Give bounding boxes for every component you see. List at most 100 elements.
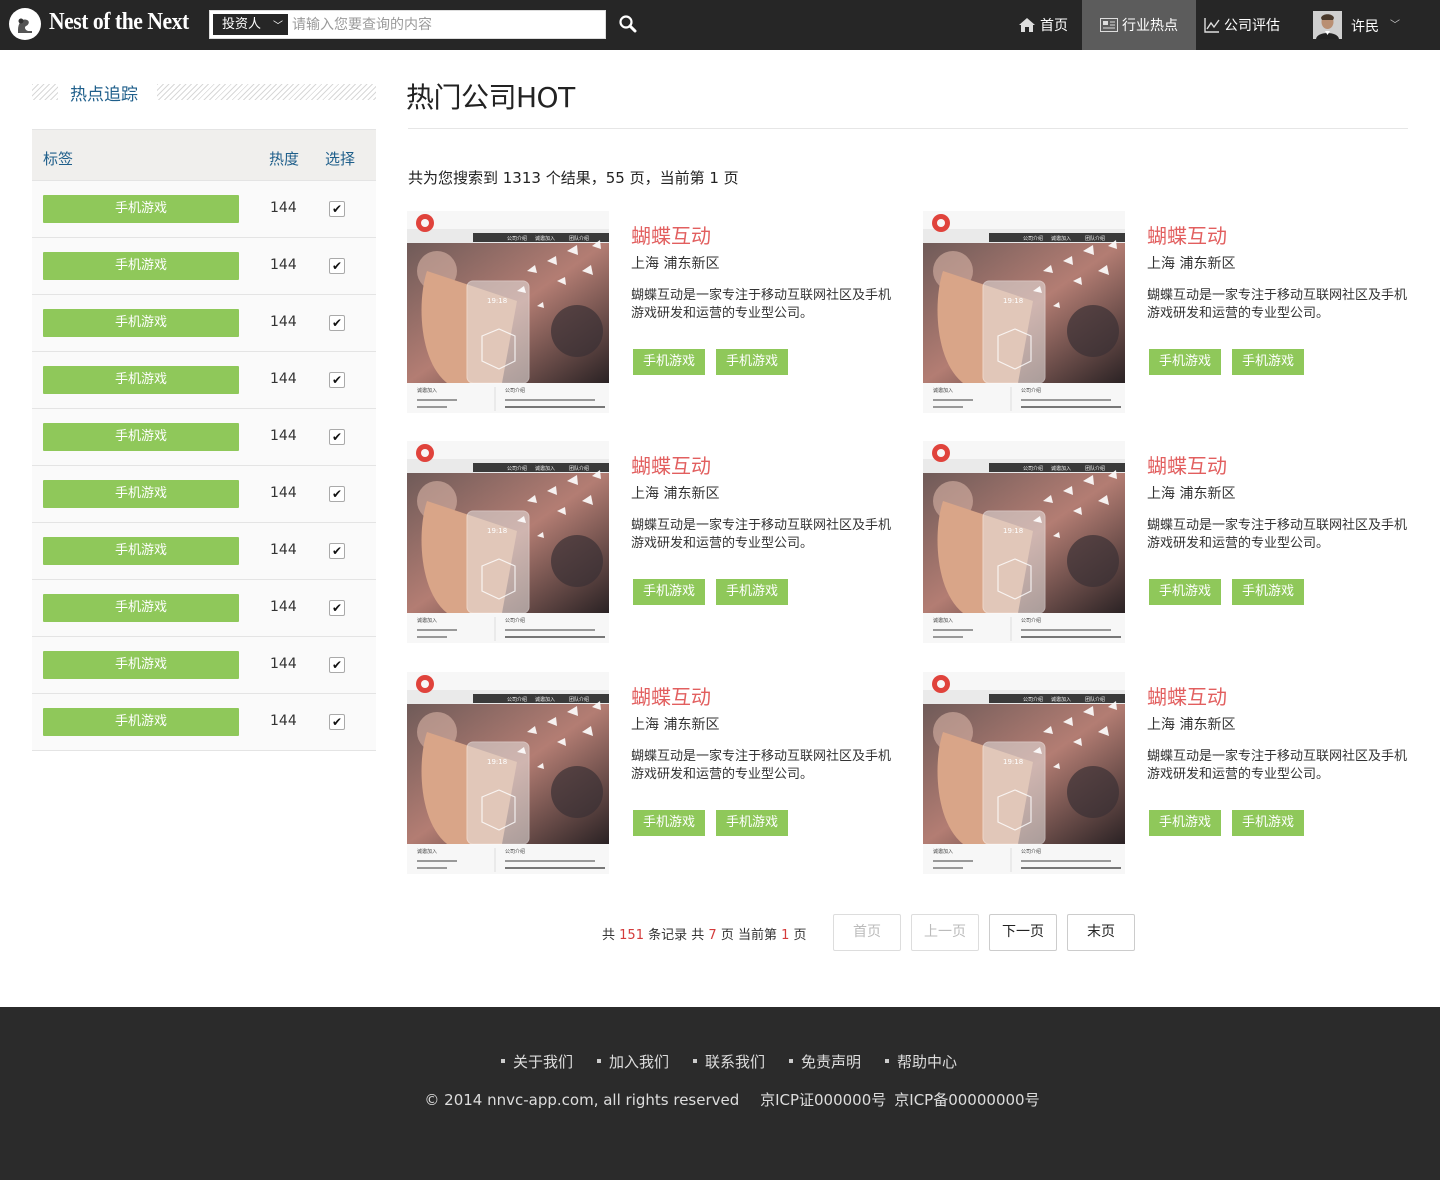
svg-text:公司介绍: 公司介绍 [1023, 465, 1043, 472]
column-header-heat: 热度 [269, 150, 300, 168]
next-page-button[interactable]: 下一页 [989, 914, 1057, 951]
tag-button[interactable]: 手机游戏 [43, 651, 239, 679]
footer-link-help[interactable]: 帮助中心 [885, 1051, 957, 1072]
svg-text:诚邀加入: 诚邀加入 [933, 848, 953, 855]
nav-home[interactable]: 首页 [1018, 0, 1068, 50]
company-name[interactable]: 蝴蝶互动 [631, 220, 711, 249]
company-name[interactable]: 蝴蝶互动 [631, 681, 711, 710]
company-tag[interactable]: 手机游戏 [633, 579, 706, 605]
last-page-button[interactable]: 末页 [1067, 914, 1135, 951]
svg-text:公司介绍: 公司介绍 [1023, 696, 1043, 703]
user-name[interactable]: 许民 [1351, 16, 1379, 36]
pagination-info: 共 151 条记录 共 7 页 当前第 1 页 [602, 924, 807, 943]
company-description: 蝴蝶互动是一家专注于移动互联网社区及手机游戏研发和运营的专业型公司。 [631, 749, 892, 782]
table-row: 手机游戏 144 ✔ [32, 522, 376, 579]
tag-select-checkbox[interactable]: ✔ [329, 315, 345, 331]
company-name[interactable]: 蝴蝶互动 [1147, 450, 1227, 479]
company-tag[interactable]: 手机游戏 [1149, 810, 1222, 836]
tag-select-checkbox[interactable]: ✔ [329, 714, 345, 730]
company-card[interactable]: 公司介绍 诚邀加入 团队介绍 19:18 诚邀加入 公司介绍 蝴蝶互动 上海 浦东… [923, 441, 1423, 643]
divider [157, 84, 376, 100]
tag-button[interactable]: 手机游戏 [43, 708, 239, 736]
logo-text[interactable]: Nest of the Next [49, 9, 189, 36]
svg-text:19:18: 19:18 [487, 758, 507, 766]
company-thumbnail[interactable]: 公司介绍 诚邀加入 团队介绍 19:18 诚邀加入 公司介绍 [407, 441, 609, 643]
company-thumbnail[interactable]: 公司介绍 诚邀加入 团队介绍 19:18 诚邀加入 公司介绍 [923, 441, 1125, 643]
svg-text:公司介绍: 公司介绍 [507, 465, 527, 472]
tag-select-checkbox[interactable]: ✔ [329, 429, 345, 445]
svg-text:团队介绍: 团队介绍 [1085, 696, 1105, 703]
company-thumbnail[interactable]: 公司介绍 诚邀加入 团队介绍 19:18 诚邀加入 公司介绍 [923, 211, 1125, 413]
first-page-button[interactable]: 首页 [833, 914, 901, 951]
svg-text:诚邀加入: 诚邀加入 [1051, 696, 1071, 703]
nav-industry-hot[interactable]: 行业热点 [1082, 0, 1196, 50]
record-count: 151 [619, 928, 644, 943]
newspaper-icon [1100, 18, 1118, 32]
search-input[interactable] [292, 14, 598, 35]
tag-select-checkbox[interactable]: ✔ [329, 600, 345, 616]
company-tag[interactable]: 手机游戏 [633, 810, 706, 836]
company-tag[interactable]: 手机游戏 [716, 579, 789, 605]
tag-select-checkbox[interactable]: ✔ [329, 486, 345, 502]
company-card[interactable]: 公司介绍 诚邀加入 团队介绍 19:18 诚邀加入 公司介绍 蝴蝶互动 上海 浦东… [407, 672, 907, 874]
company-tag[interactable]: 手机游戏 [633, 349, 706, 375]
tag-button[interactable]: 手机游戏 [43, 537, 239, 565]
table-row: 手机游戏 144 ✔ [32, 237, 376, 294]
svg-text:19:18: 19:18 [487, 297, 507, 305]
company-name[interactable]: 蝴蝶互动 [631, 450, 711, 479]
company-card[interactable]: 公司介绍 诚邀加入 团队介绍 19:18 诚邀加入 公司介绍 蝴蝶互动 上海 浦东… [407, 441, 907, 643]
nav-home-label: 首页 [1040, 18, 1068, 34]
tag-button[interactable]: 手机游戏 [43, 423, 239, 451]
prev-page-button[interactable]: 上一页 [911, 914, 979, 951]
nav-company-eval[interactable]: 公司评估 [1204, 0, 1280, 50]
company-thumbnail[interactable]: 公司介绍 诚邀加入 团队介绍 19:18 诚邀加入 公司介绍 [923, 672, 1125, 874]
company-tag[interactable]: 手机游戏 [716, 810, 789, 836]
logo-icon[interactable] [9, 8, 41, 40]
company-tag[interactable]: 手机游戏 [1149, 579, 1222, 605]
svg-text:诚邀加入: 诚邀加入 [535, 235, 555, 242]
chevron-down-icon[interactable]: ﹀ [1390, 16, 1400, 31]
svg-text:公司介绍: 公司介绍 [1023, 235, 1043, 242]
svg-text:诚邀加入: 诚邀加入 [417, 617, 437, 624]
tag-button[interactable]: 手机游戏 [43, 594, 239, 622]
table-row: 手机游戏 144 ✔ [32, 351, 376, 408]
avatar[interactable] [1313, 11, 1342, 39]
tag-select-checkbox[interactable]: ✔ [329, 543, 345, 559]
company-card[interactable]: 公司介绍 诚邀加入 团队介绍 19:18 诚邀加入 公司介绍 蝴蝶互动 上海 浦东… [407, 211, 907, 413]
pagination-text: 共 [602, 928, 616, 943]
footer-link-contact[interactable]: 联系我们 [692, 1051, 765, 1072]
footer-link-join[interactable]: 加入我们 [596, 1051, 669, 1072]
footer-link-about[interactable]: 关于我们 [500, 1051, 573, 1072]
footer-link-disclaimer[interactable]: 免责声明 [789, 1051, 861, 1072]
search-type-dropdown[interactable]: 投资人 ﹀ [213, 14, 288, 35]
company-tag[interactable]: 手机游戏 [1149, 349, 1222, 375]
tag-button[interactable]: 手机游戏 [43, 252, 239, 280]
company-thumbnail[interactable]: 公司介绍 诚邀加入 团队介绍 19:18 诚邀加入 公司介绍 [407, 672, 609, 874]
divider [32, 84, 58, 100]
company-name[interactable]: 蝴蝶互动 [1147, 220, 1227, 249]
tag-select-checkbox[interactable]: ✔ [329, 657, 345, 673]
tag-select-checkbox[interactable]: ✔ [329, 372, 345, 388]
company-name[interactable]: 蝴蝶互动 [1147, 681, 1227, 710]
company-tag[interactable]: 手机游戏 [1232, 579, 1305, 605]
tag-select-checkbox[interactable]: ✔ [329, 258, 345, 274]
company-card[interactable]: 公司介绍 诚邀加入 团队介绍 19:18 诚邀加入 公司介绍 蝴蝶互动 上海 浦东… [923, 211, 1423, 413]
tag-button[interactable]: 手机游戏 [43, 195, 239, 223]
tag-heat-value: 144 [270, 371, 297, 387]
tag-select-checkbox[interactable]: ✔ [329, 201, 345, 217]
company-description: 蝴蝶互动是一家专注于移动互联网社区及手机游戏研发和运营的专业型公司。 [1147, 749, 1408, 782]
company-card[interactable]: 公司介绍 诚邀加入 团队介绍 19:18 诚邀加入 公司介绍 蝴蝶互动 上海 浦东… [923, 672, 1423, 874]
table-row: 手机游戏 144 ✔ [32, 180, 376, 237]
search-type-label: 投资人 [222, 17, 262, 32]
home-icon [1019, 18, 1035, 32]
table-row: 手机游戏 144 ✔ [32, 408, 376, 465]
search-icon[interactable] [618, 14, 640, 36]
tag-button[interactable]: 手机游戏 [43, 480, 239, 508]
company-tag[interactable]: 手机游戏 [1232, 349, 1305, 375]
hot-tags-table: 标签 热度 选择 手机游戏 144 ✔ 手机游戏 144 ✔ 手机游戏 144 ✔ 手机游戏 144… [32, 129, 376, 751]
company-thumbnail[interactable]: 公司介绍 诚邀加入 团队介绍 19:18 诚邀加入 公司介绍 [407, 211, 609, 413]
company-tag[interactable]: 手机游戏 [1232, 810, 1305, 836]
tag-button[interactable]: 手机游戏 [43, 309, 239, 337]
company-tag[interactable]: 手机游戏 [716, 349, 789, 375]
tag-button[interactable]: 手机游戏 [43, 366, 239, 394]
